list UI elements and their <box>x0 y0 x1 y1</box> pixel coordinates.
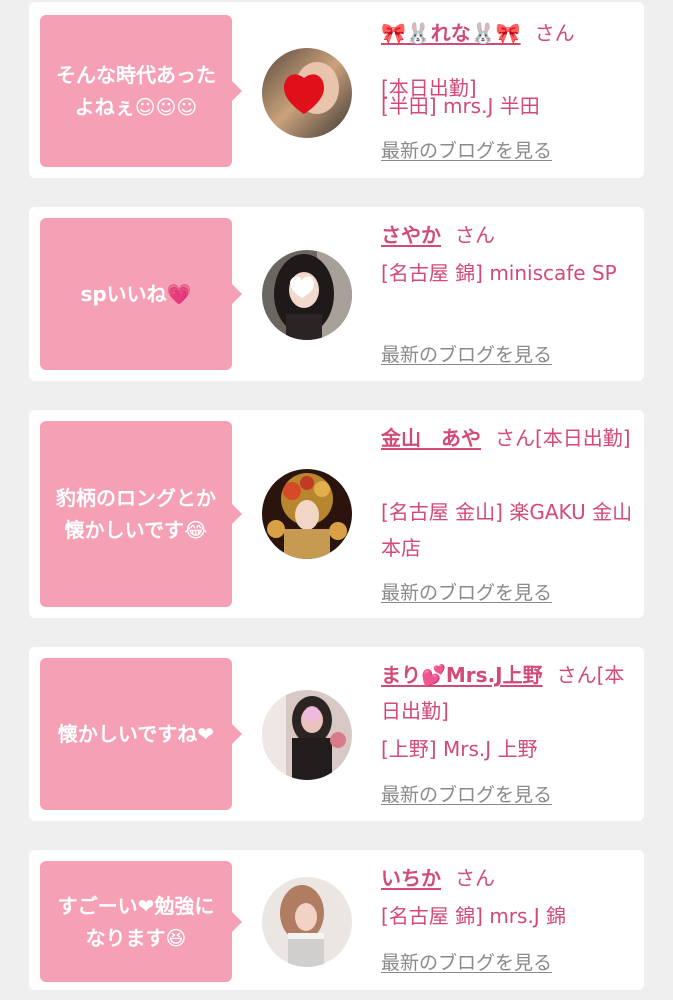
post-card: そんな時代あった よねぇ☺☺☺ 🎀🐰れな🐰🎀 さん [本日出勤] [半田] mrs… <box>29 2 644 178</box>
latest-blog-link[interactable]: 最新のブログを見る <box>381 136 552 163</box>
message-bubble: そんな時代あった よねぇ☺☺☺ <box>40 15 242 167</box>
avatar-photo <box>262 690 352 780</box>
latest-blog-link[interactable]: 最新のブログを見る <box>381 780 552 807</box>
author-name-link[interactable]: まり💕Mrs.J上野 <box>381 663 543 687</box>
shop-name: [名古屋 錦] mrs.J 錦 <box>381 904 567 928</box>
work-status: [本日出勤] <box>535 426 631 450</box>
message-bubble: 豹柄のロングとか 懐かしいです😂 <box>40 421 242 607</box>
avatar[interactable] <box>262 469 352 559</box>
honorific: さん <box>495 426 535 450</box>
avatar-photo <box>262 469 352 559</box>
avatar[interactable] <box>262 877 352 967</box>
shop-name: [上野] Mrs.J 上野 <box>381 737 538 761</box>
post-card: すごーい❤勉強に なります😆 いちか さん [名古屋 錦] mrs.J 錦 最新の… <box>29 850 644 990</box>
shop-name: [名古屋 錦] miniscafe SP <box>381 261 617 285</box>
honorific: さん <box>534 21 575 45</box>
message-bubble: すごーい❤勉強に なります😆 <box>40 861 242 982</box>
author-name-link[interactable]: さやか <box>381 223 441 247</box>
avatar[interactable] <box>262 250 352 340</box>
avatar[interactable] <box>262 690 352 780</box>
message-bubble: spいいね💗 <box>40 218 242 370</box>
author-line: まり💕Mrs.J上野 さん[本日出勤] <box>381 657 643 729</box>
author-name-link[interactable]: 🎀🐰れな🐰🎀 <box>381 21 521 45</box>
shop-name: [半田] mrs.J 半田 <box>381 94 540 118</box>
avatar[interactable] <box>262 48 352 138</box>
author-name-link[interactable]: いちか <box>381 866 441 890</box>
shop-name: [名古屋 金山] 楽GAKU 金山本店 <box>381 500 633 560</box>
author-line: 金山 あや さん[本日出勤] <box>381 420 643 456</box>
author-line: いちか さん <box>381 860 643 896</box>
author-line: 🎀🐰れな🐰🎀 さん <box>381 15 643 51</box>
avatar-photo <box>262 877 352 967</box>
avatar-photo <box>262 250 352 340</box>
post-card: 豹柄のロングとか 懐かしいです😂 金山 あや さん[本日出勤] [名古屋 金山] … <box>29 410 644 618</box>
avatar-photo <box>262 48 352 138</box>
latest-blog-link[interactable]: 最新のブログを見る <box>381 340 552 367</box>
post-card: spいいね💗 さやか さん [名古屋 錦] miniscafe SP 最新のブログ… <box>29 207 644 381</box>
honorific: さん <box>556 663 597 687</box>
author-name-link[interactable]: 金山 あや <box>381 426 481 450</box>
honorific: さん <box>455 866 495 890</box>
author-line: さやか さん <box>381 217 643 253</box>
post-card: 懐かしいですね❤ まり💕Mrs.J上野 さん[本日出勤] [上野] Mrs.J 上… <box>29 647 644 821</box>
latest-blog-link[interactable]: 最新のブログを見る <box>381 578 552 605</box>
message-bubble: 懐かしいですね❤ <box>40 658 242 810</box>
latest-blog-link[interactable]: 最新のブログを見る <box>381 948 552 975</box>
honorific: さん <box>455 223 495 247</box>
